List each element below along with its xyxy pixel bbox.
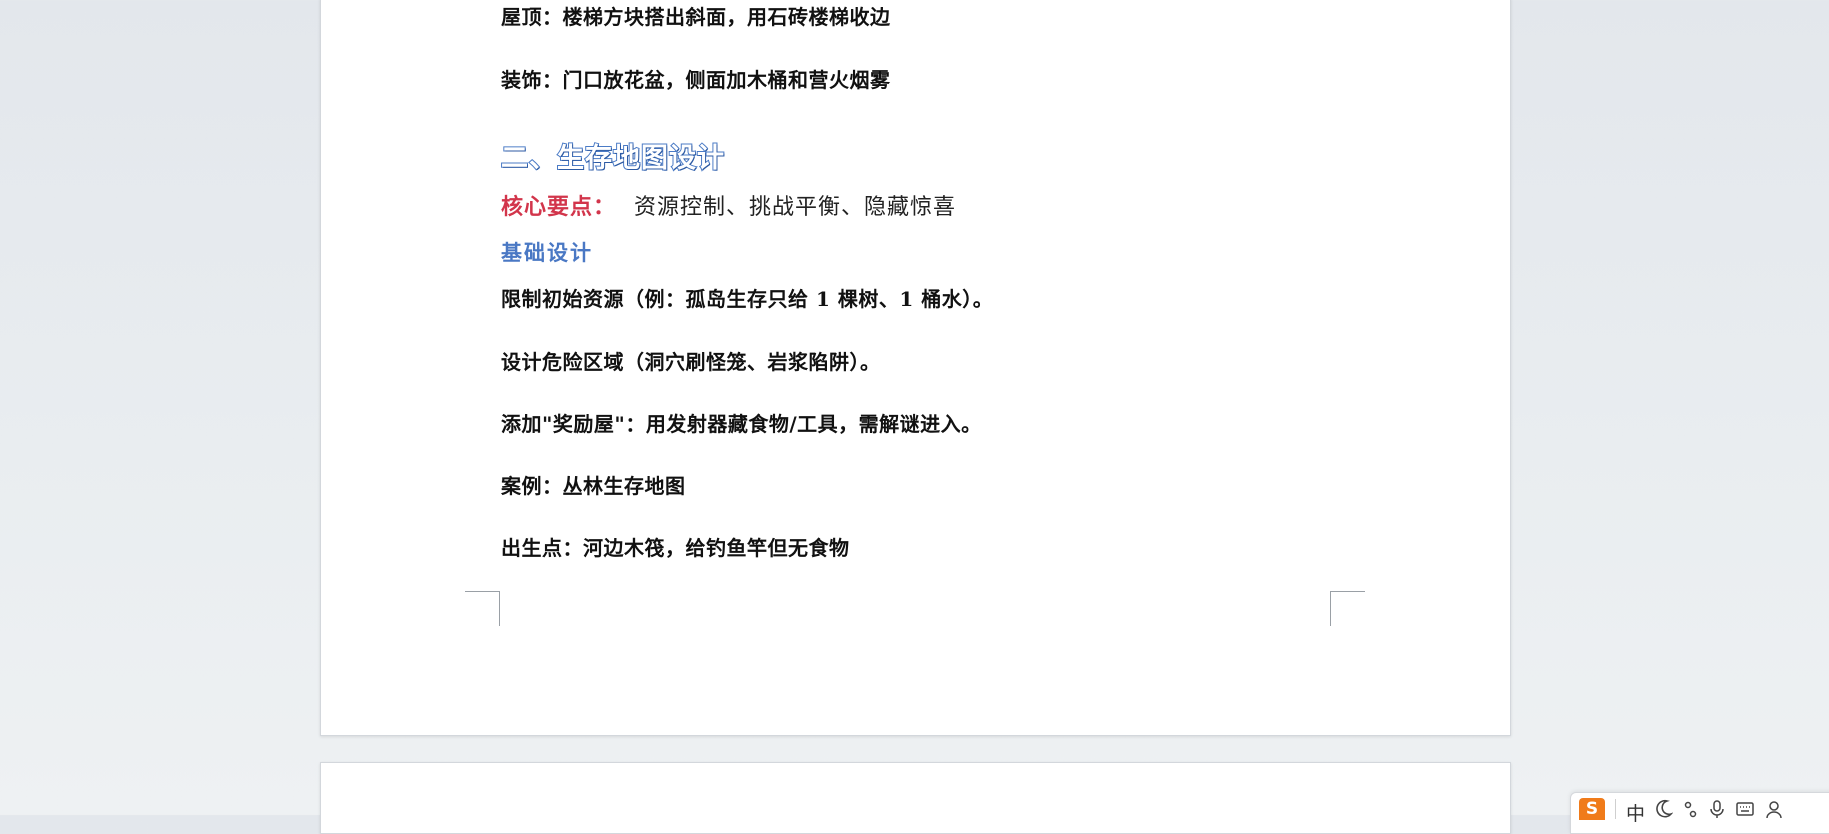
key-points-value: 资源控制、挑战平衡、隐藏惊喜 <box>634 195 957 220</box>
keyboard-icon[interactable] <box>1735 799 1755 824</box>
page-margin-corner-right <box>1330 591 1365 626</box>
paragraph-reward-room: 添加"奖励屋"：用发射器藏食物/工具，需解谜进入。 <box>501 412 982 436</box>
punctuation-icon[interactable] <box>1683 799 1699 824</box>
key-points-line: 核心要点： 资源控制、挑战平衡、隐藏惊喜 <box>501 193 956 222</box>
ime-logo-icon[interactable]: S <box>1579 798 1605 820</box>
paragraph-spawn: 出生点：河边木筏，给钓鱼竿但无食物 <box>501 536 850 560</box>
page-margin-corner-left <box>465 591 500 626</box>
moon-icon[interactable] <box>1655 799 1674 824</box>
microphone-icon[interactable] <box>1709 799 1725 824</box>
paragraph-roof: 屋顶：楼梯方块搭出斜面，用石砖楼梯收边 <box>501 5 891 29</box>
paragraph-case: 案例：丛林生存地图 <box>501 474 686 498</box>
next-document-page <box>320 762 1511 834</box>
ime-mode-toggle[interactable]: 中 <box>1626 799 1645 826</box>
subheading: 基础设计 <box>501 241 593 265</box>
paragraph-decoration: 装饰：门口放花盆，侧面加木桶和营火烟雾 <box>501 68 891 92</box>
ime-toolbar[interactable]: S 中 <box>1570 792 1829 834</box>
user-icon[interactable] <box>1765 799 1783 824</box>
document-page: 屋顶：楼梯方块搭出斜面，用石砖楼梯收边 装饰：门口放花盆，侧面加木桶和营火烟雾 … <box>320 0 1511 736</box>
paragraph-limit-resources: 限制初始资源（例：孤岛生存只给 1 棵树、1 桶水）。 <box>501 287 994 311</box>
key-points-label: 核心要点： <box>501 194 617 220</box>
paragraph-danger-zone: 设计危险区域（洞穴刷怪笼、岩浆陷阱）。 <box>501 350 881 374</box>
ime-separator <box>1615 799 1616 819</box>
section-heading: 二、生存地图设计 <box>500 142 725 175</box>
